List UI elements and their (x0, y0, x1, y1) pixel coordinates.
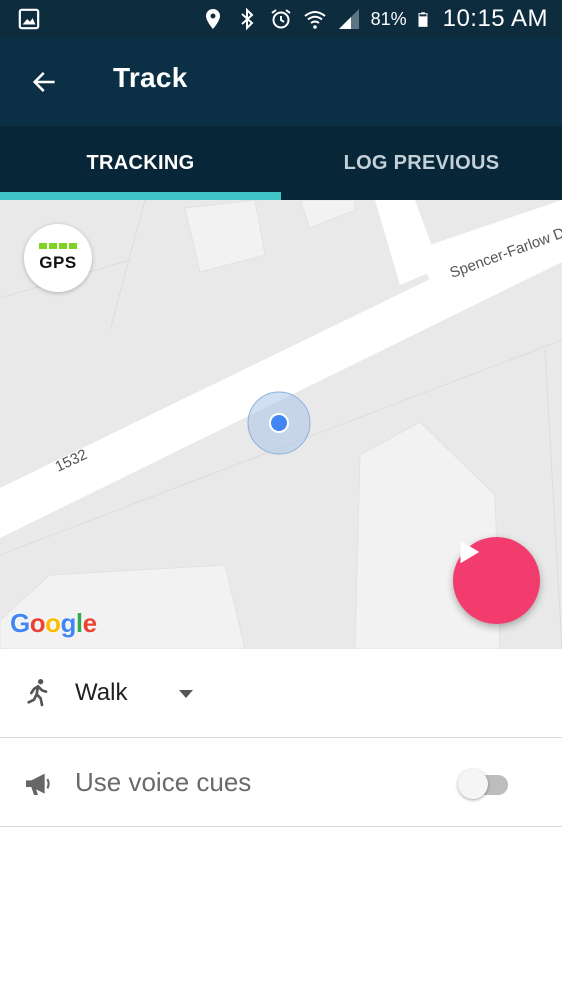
tab-log-previous[interactable]: LOG PREVIOUS (281, 126, 562, 200)
gps-label: GPS (39, 253, 77, 272)
megaphone-icon (26, 773, 50, 795)
clock-time: 10:15 AM (442, 5, 548, 32)
location-icon (205, 9, 220, 29)
wifi-icon (303, 11, 326, 29)
status-icons: 81% 10:15 AM (201, 0, 548, 38)
track-screen: 81% 10:15 AM Track TRACKING LOG PREVIOUS (0, 0, 562, 999)
tab-indicator (0, 192, 281, 200)
voice-cues-label: Use voice cues (75, 767, 252, 797)
back-button[interactable] (22, 60, 66, 104)
toggle-thumb (458, 769, 488, 799)
gps-status-badge[interactable]: GPS (24, 224, 92, 292)
bluetooth-icon (240, 7, 254, 31)
alarm-icon (270, 9, 291, 29)
tab-tracking[interactable]: TRACKING (0, 126, 281, 200)
play-icon (460, 540, 480, 564)
start-tracking-button[interactable] (453, 537, 540, 624)
walk-icon (27, 679, 48, 707)
page-title: Track (113, 62, 188, 93)
map-building (184, 200, 266, 273)
voice-cues-toggle[interactable] (458, 767, 508, 799)
activity-selector-row[interactable]: Walk (0, 649, 562, 738)
activity-label: Walk (75, 679, 128, 706)
tab-tracking-label: TRACKING (86, 151, 195, 174)
signal-icon (338, 9, 359, 29)
tab-bar: TRACKING LOG PREVIOUS (0, 126, 562, 200)
status-bar: 81% 10:15 AM (0, 0, 562, 38)
app-bar: Track (0, 38, 562, 126)
battery-percent: 81% (370, 8, 407, 29)
gps-signal-bars-icon (39, 243, 77, 249)
google-logo: Google (10, 608, 97, 638)
voice-cues-row[interactable]: Use voice cues (0, 739, 562, 827)
battery-icon (418, 12, 428, 27)
map-view[interactable]: Spencer-Farlow D 1532 GPS Google (0, 200, 562, 649)
location-dot (271, 415, 287, 431)
chevron-down-icon[interactable] (176, 687, 196, 701)
tab-log-previous-label: LOG PREVIOUS (343, 151, 500, 174)
map-building (299, 200, 356, 229)
image-icon (18, 8, 40, 30)
back-arrow-icon (32, 72, 55, 92)
